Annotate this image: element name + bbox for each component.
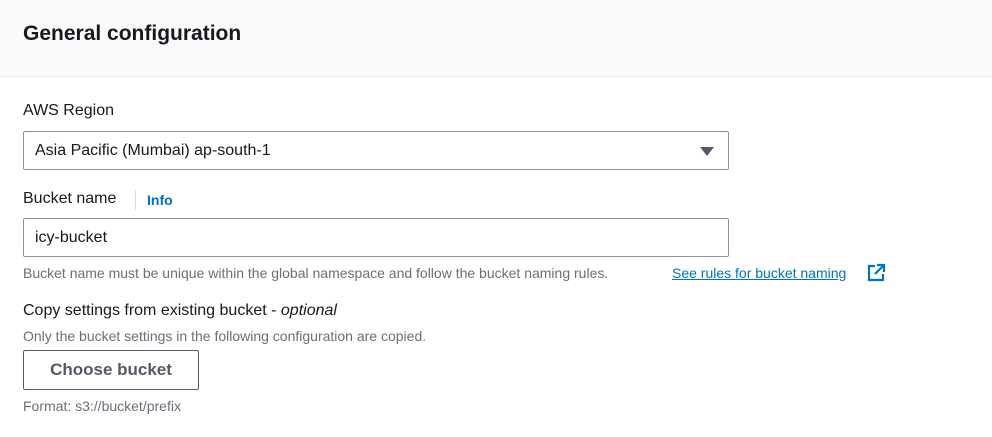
bucket-name-hint: Bucket name must be unique within the gl…	[23, 265, 609, 281]
panel-header: General configuration	[0, 0, 992, 77]
region-selected-value: Asia Pacific (Mumbai) ap-south-1	[35, 142, 271, 159]
bucket-name-input[interactable]	[23, 218, 729, 257]
bucket-naming-rules-link[interactable]: See rules for bucket naming	[672, 265, 846, 281]
copy-settings-label-text: Copy settings from existing bucket -	[23, 302, 281, 319]
info-divider	[135, 190, 136, 210]
choose-bucket-button[interactable]: Choose bucket	[23, 350, 199, 390]
optional-tag: optional	[280, 302, 337, 319]
copy-settings-description: Only the bucket settings in the followin…	[23, 328, 427, 344]
bucket-name-info-link[interactable]: Info	[147, 192, 173, 208]
format-hint: Format: s3://bucket/prefix	[23, 398, 181, 414]
region-select[interactable]: Asia Pacific (Mumbai) ap-south-1	[23, 131, 729, 170]
caret-down-icon	[700, 147, 714, 156]
bucket-name-label: Bucket name	[23, 190, 117, 207]
panel-title: General configuration	[23, 22, 242, 45]
region-label: AWS Region	[23, 102, 114, 119]
copy-settings-label: Copy settings from existing bucket - opt…	[23, 302, 337, 320]
external-link-icon[interactable]	[866, 263, 886, 283]
